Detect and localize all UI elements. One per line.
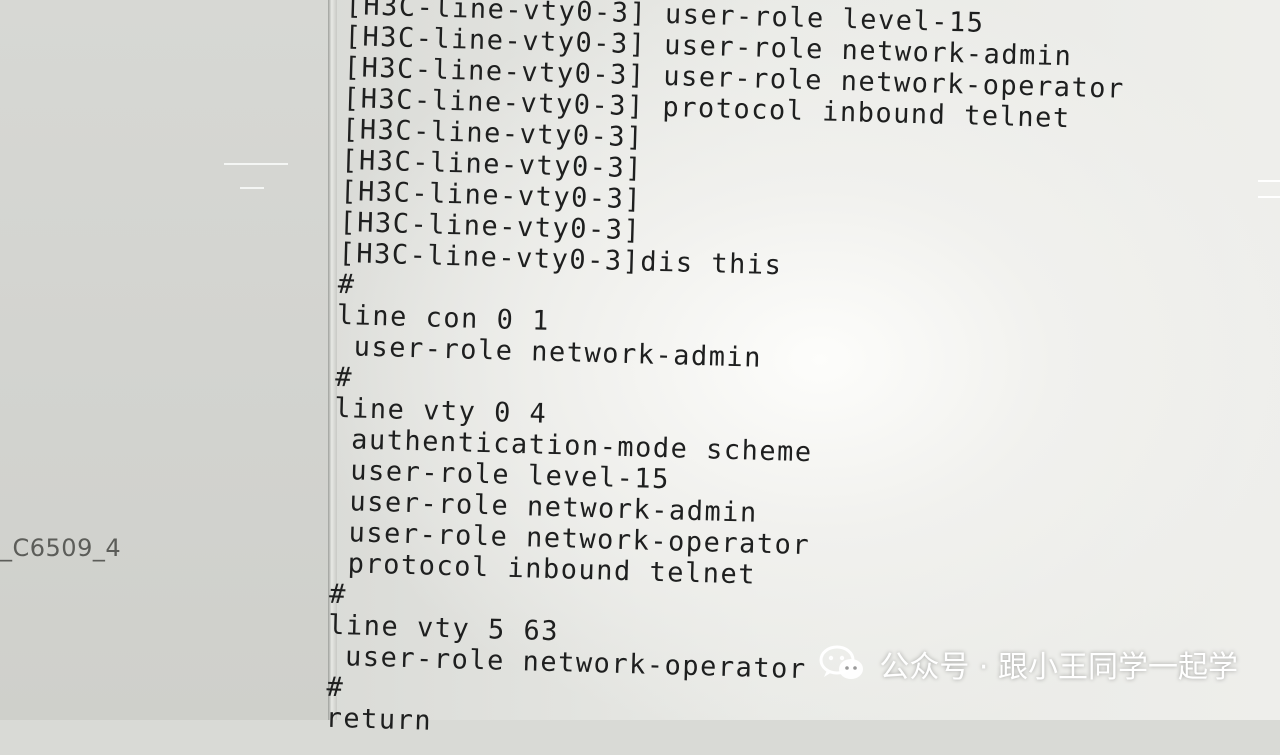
cli-command-text: dis this	[639, 246, 783, 282]
left-window-panel	[0, 0, 330, 720]
right-edge-marks	[1258, 180, 1280, 220]
device-name-label: _C6509_4	[0, 534, 122, 562]
cli-command-text: quit	[626, 742, 698, 755]
cli-command-text: #	[326, 671, 345, 704]
wechat-icon	[819, 645, 864, 679]
cli-command-text: #	[334, 361, 354, 394]
cli-command-text: #	[337, 268, 356, 301]
watermark-text: 公众号 · 跟小王同学一起学	[879, 650, 1238, 685]
cli-command-text: #	[328, 578, 348, 611]
panel-tick-mark	[240, 187, 264, 189]
watermark: 公众号 · 跟小王同学一起学	[819, 642, 1238, 686]
panel-tick-mark	[224, 163, 288, 165]
